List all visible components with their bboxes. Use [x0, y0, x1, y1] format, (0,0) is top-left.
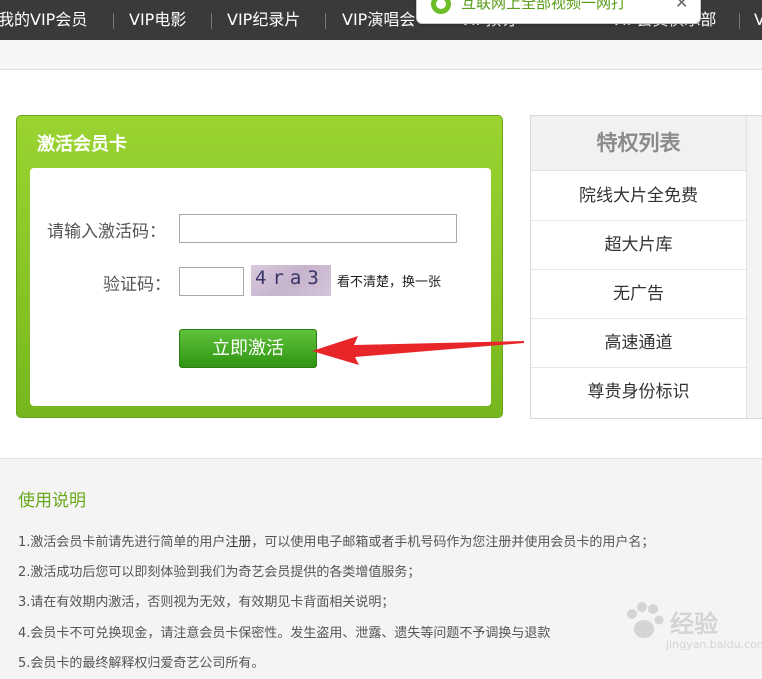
nav-item-vip-movie[interactable]: VIP电影: [129, 0, 186, 40]
instruction-item: 1.激活会员卡前请先进行简单的用户注册，可以使用电子邮箱或者手机号码作为您注册并…: [18, 531, 654, 550]
captcha-input[interactable]: [179, 267, 244, 296]
privilege-title: 特权列表: [531, 116, 746, 171]
privilege-item: 尊贵身份标识: [587, 382, 690, 402]
activation-code-input[interactable]: [179, 214, 457, 243]
nav-item-my-vip[interactable]: 我的VIP会员: [0, 0, 87, 40]
captcha-label: 验证码：: [103, 275, 171, 295]
captcha-text: 4ra3: [255, 267, 325, 289]
sub-bar: [0, 40, 762, 70]
nav-separator: [113, 13, 114, 29]
nav-separator: [211, 13, 212, 29]
nav-separator: [325, 13, 326, 29]
instruction-item: 5.会员卡的最终解释权归爱奇艺公司所有。: [18, 656, 265, 671]
activation-panel: 激活会员卡 请输入激活码： 验证码： 4ra3 看不清楚，换一张 立即激活: [16, 115, 503, 418]
privilege-item: 超大片库: [531, 221, 746, 270]
activation-form: 请输入激活码： 验证码： 4ra3 看不清楚，换一张 立即激活: [30, 168, 491, 406]
instruction-item: 3.请在有效期内激活，否则视为无效，有效期见卡背面相关说明；: [18, 595, 395, 610]
red-arrow-annotation: [312, 336, 524, 365]
privilege-strip: [746, 116, 762, 418]
privilege-list: 特权列表 院线大片全免费 超大片库 无广告 高速通道 尊贵身份标识: [530, 115, 762, 419]
code-label: 请输入激活码：: [47, 222, 166, 242]
toast-message: 互联网上全部视频一网打: [461, 0, 627, 12]
instruction-text: 1.激活会员卡前请先进行简单的用户: [18, 535, 226, 550]
register-link[interactable]: 注册: [225, 535, 251, 550]
instruction-item: 2.激活成功后您可以即刻体验到我们为奇艺会员提供的各类增值服务；: [18, 565, 421, 580]
nav-item-vip-concert[interactable]: VIP演唱会: [342, 0, 415, 40]
qiyi-logo-icon: [431, 0, 451, 14]
instructions-title: 使用说明: [18, 491, 86, 511]
captcha-image[interactable]: 4ra3: [251, 265, 331, 296]
instruction-item: 4.会员卡不可兑换现金，请注意会员卡保密性。发生盗用、泄露、遗失等问题不予调换与…: [18, 626, 551, 641]
privilege-item: 院线大片全免费: [531, 172, 746, 221]
nav-item-vip-documentary[interactable]: VIP纪录片: [227, 0, 300, 40]
privilege-item: 无广告: [531, 270, 746, 319]
notification-toast: 互联网上全部视频一网打 ✕: [416, 0, 701, 24]
panel-title: 激活会员卡: [37, 134, 127, 155]
instruction-text: ，可以使用电子邮箱或者手机号码作为您注册并使用会员卡的用户名；: [251, 535, 655, 550]
nav-item-more[interactable]: V: [754, 0, 762, 40]
watermark-url: jingyan.baidu.com: [666, 638, 762, 651]
privilege-item: 高速通道: [531, 319, 746, 368]
baidu-jingyan-watermark: 经验 jingyan.baidu.com: [622, 598, 762, 660]
watermark-text: 经验: [670, 610, 718, 638]
paw-icon: [627, 602, 664, 638]
activate-button[interactable]: 立即激活: [179, 329, 317, 368]
close-icon[interactable]: ✕: [675, 0, 688, 12]
refresh-captcha-link[interactable]: 看不清楚，换一张: [337, 271, 441, 290]
instructions-section: 使用说明 1.激活会员卡前请先进行简单的用户注册，可以使用电子邮箱或者手机号码作…: [0, 458, 762, 679]
nav-separator: [739, 13, 740, 29]
arrow-icon: [312, 336, 524, 365]
